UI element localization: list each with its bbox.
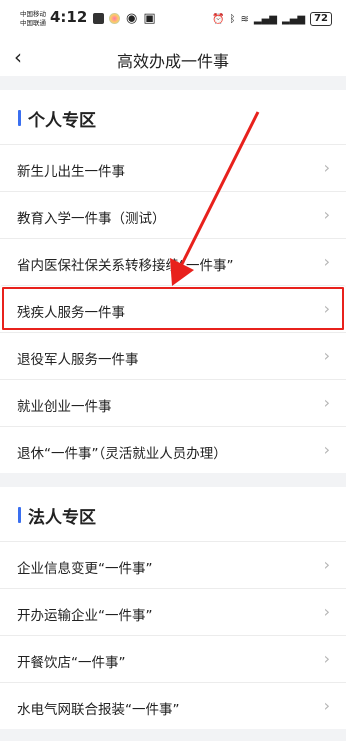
- app-notification-icon: [93, 13, 104, 24]
- section-header: 法人专区: [0, 487, 346, 541]
- list-item[interactable]: 开餐饮店“一件事” ›: [0, 635, 346, 682]
- nfc-icon: ▣: [143, 11, 156, 26]
- notification-icons: [93, 13, 120, 24]
- carrier-2: 中国联通: [20, 19, 46, 27]
- chevron-right-icon: ›: [323, 346, 330, 365]
- status-time: 4:12: [50, 8, 88, 26]
- page-title: 高效办成一件事: [116, 52, 229, 71]
- list-item[interactable]: 教育入学一件事（测试） ›: [0, 191, 346, 238]
- chevron-right-icon: ›: [323, 393, 330, 412]
- list-item[interactable]: 退休“一件事”（灵活就业人员办理） ›: [0, 426, 346, 473]
- list-item[interactable]: 开办运输企业“一件事” ›: [0, 588, 346, 635]
- alarm-icon: ⏰: [212, 13, 225, 25]
- bluetooth-icon: ᛒ: [229, 13, 236, 25]
- chevron-right-icon: ›: [323, 299, 330, 318]
- list-item-label: 企业信息变更“一件事”: [17, 561, 153, 577]
- list-item-label: 水电气网联合报装“一件事”: [17, 702, 180, 718]
- chevron-right-icon: ›: [323, 158, 330, 177]
- chevron-right-icon: ›: [323, 440, 330, 459]
- wifi-icon: ≋: [240, 13, 249, 25]
- carrier-labels: 中国移动 中国联通: [20, 10, 46, 28]
- list-item[interactable]: 新生儿出生一件事 ›: [0, 144, 346, 191]
- list-item[interactable]: 企业信息变更“一件事” ›: [0, 541, 346, 588]
- list-item[interactable]: 退役军人服务一件事 ›: [0, 332, 346, 379]
- list-item-label: 省内医保社保关系转移接续“一件事”: [17, 258, 234, 274]
- carrier-1: 中国移动: [20, 10, 46, 18]
- corporate-section: 法人专区 企业信息变更“一件事” › 开办运输企业“一件事” › 开餐饮店“一件…: [0, 487, 346, 729]
- chevron-right-icon: ›: [323, 602, 330, 621]
- chevron-right-icon: ›: [323, 555, 330, 574]
- battery-icon: 72: [310, 12, 332, 26]
- section-accent-bar: [18, 507, 21, 523]
- status-bar: 中国移动 中国联通 4:12 ◉ ▣ ⏰ ᛒ ≋ ▂▄▆ ▂▄▆ 72: [0, 0, 346, 40]
- list-item-label: 退休“一件事”（灵活就业人员办理）: [17, 446, 227, 462]
- eye-icon: ◉: [126, 11, 138, 26]
- chevron-right-icon: ›: [323, 252, 330, 271]
- chevron-right-icon: ›: [323, 649, 330, 668]
- chevron-right-icon: ›: [323, 205, 330, 224]
- personal-section: 个人专区 新生儿出生一件事 › 教育入学一件事（测试） › 省内医保社保关系转移…: [0, 90, 346, 473]
- signal-icon-2: ▂▄▆: [282, 13, 306, 25]
- list-item[interactable]: 省内医保社保关系转移接续“一件事” ›: [0, 238, 346, 285]
- list-item-label: 就业创业一件事: [17, 399, 112, 415]
- status-right-icons: ⏰ ᛒ ≋ ▂▄▆ ▂▄▆ 72: [212, 12, 332, 26]
- section-header: 个人专区: [0, 90, 346, 144]
- section-accent-bar: [18, 110, 21, 126]
- list-item-highlighted[interactable]: 残疾人服务一件事 ›: [0, 285, 346, 332]
- app-notification-icon-2: [109, 13, 120, 24]
- list-item[interactable]: 就业创业一件事 ›: [0, 379, 346, 426]
- list-item[interactable]: 水电气网联合报装“一件事” ›: [0, 682, 346, 729]
- list-item-label: 残疾人服务一件事: [17, 305, 125, 321]
- section-title: 法人专区: [28, 508, 96, 528]
- nav-bar: ‹ 高效办成一件事: [0, 40, 346, 76]
- list-item-label: 退役军人服务一件事: [17, 352, 139, 368]
- list-item-label: 教育入学一件事（测试）: [17, 211, 166, 227]
- section-title: 个人专区: [28, 111, 96, 131]
- list-item-label: 新生儿出生一件事: [17, 164, 125, 180]
- chevron-right-icon: ›: [323, 696, 330, 715]
- list-item-label: 开餐饮店“一件事”: [17, 655, 126, 671]
- status-center-icons: ◉ ▣: [126, 11, 156, 26]
- signal-icon: ▂▄▆: [253, 13, 277, 25]
- list-item-label: 开办运输企业“一件事”: [17, 608, 153, 624]
